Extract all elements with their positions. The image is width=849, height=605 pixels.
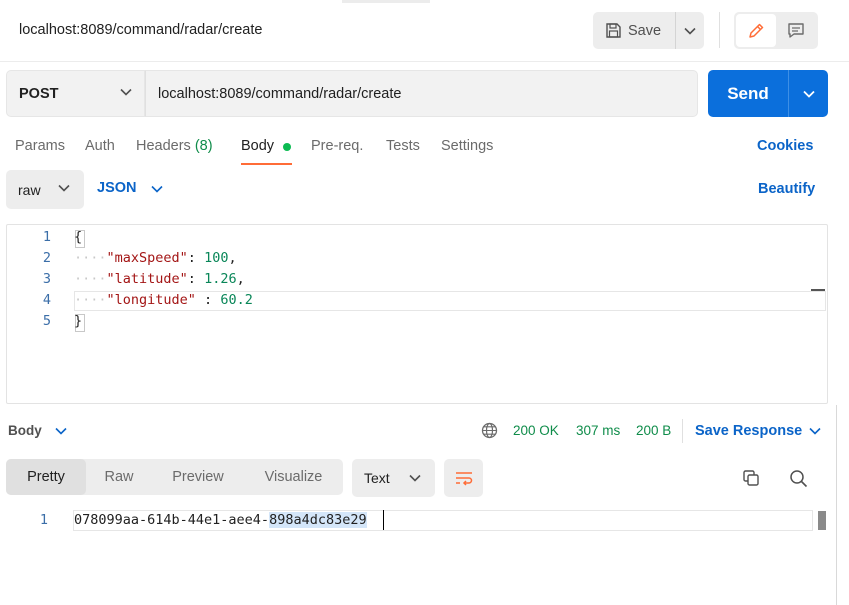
pencil-icon	[749, 23, 764, 38]
json-trailing-comma: ,	[228, 250, 237, 266]
json-separator: :	[195, 292, 221, 308]
json-value: 1.26	[204, 271, 237, 287]
close-brace: }	[74, 313, 83, 329]
chevron-down-icon[interactable]	[55, 427, 67, 435]
response-section-select[interactable]: Body	[8, 423, 42, 438]
body-mode-select[interactable]: raw	[6, 170, 84, 209]
save-label: Save	[628, 22, 662, 39]
toolbar-divider	[719, 12, 720, 48]
line-number: 1	[39, 512, 48, 528]
response-format-value: Text	[364, 470, 390, 486]
json-key: "maxSpeed"	[106, 250, 188, 266]
save-response-button[interactable]: Save Response	[695, 423, 802, 439]
headers-count-badge: (8)	[194, 138, 213, 154]
indent-guide: ····	[74, 250, 107, 266]
view-tab-raw[interactable]: Raw	[86, 459, 152, 495]
save-options-button[interactable]	[675, 12, 704, 49]
tab-headers[interactable]: Headers (8)	[136, 138, 213, 154]
view-mode-toggle	[734, 12, 818, 49]
method-value: POST	[19, 85, 59, 102]
open-brace: {	[74, 229, 83, 245]
chevron-down-icon	[409, 474, 421, 482]
wrap-lines-icon	[455, 472, 472, 486]
method-select[interactable]: POST	[6, 70, 145, 117]
json-separator: :	[187, 250, 205, 266]
tab-params[interactable]: Params	[15, 138, 65, 154]
save-button[interactable]: Save	[593, 12, 675, 49]
chevron-down-icon	[58, 184, 70, 192]
language-select[interactable]: JSON	[97, 180, 137, 196]
beautify-button[interactable]: Beautify	[758, 181, 815, 197]
chevron-down-icon[interactable]	[809, 427, 821, 435]
chevron-down-icon	[802, 90, 815, 98]
line-number: 5	[42, 313, 51, 329]
tab-strip-indicator	[342, 0, 430, 3]
meta-divider	[682, 419, 683, 443]
request-title[interactable]: localhost:8089/command/radar/create	[19, 22, 262, 38]
send-options-button[interactable]	[788, 70, 828, 117]
globe-icon[interactable]	[481, 422, 498, 439]
cookies-link[interactable]: Cookies	[757, 138, 813, 154]
response-body-text[interactable]: 078099aa-614b-44e1-aee4-898a4dc83e29	[74, 512, 367, 528]
header-separator	[0, 61, 849, 62]
search-icon[interactable]	[789, 469, 808, 488]
view-tab-preview[interactable]: Preview	[152, 459, 244, 495]
line-number: 4	[42, 292, 51, 308]
code-line: }	[74, 313, 82, 329]
response-scrollbar[interactable]	[836, 405, 837, 605]
json-value: 100	[204, 250, 229, 266]
response-id-plain: 078099aa-614b-44e1-aee4-	[74, 512, 270, 528]
tab-prereq[interactable]: Pre-req.	[311, 138, 363, 154]
copy-icon[interactable]	[742, 469, 760, 487]
json-key: "latitude"	[106, 271, 188, 287]
tab-auth[interactable]: Auth	[85, 138, 115, 154]
code-line: ····"maxSpeed": 100,	[74, 250, 237, 266]
json-separator: :	[187, 271, 205, 287]
tab-headers-label: Headers	[136, 138, 191, 154]
chevron-down-icon[interactable]	[151, 185, 163, 193]
view-tab-pretty[interactable]: Pretty	[6, 459, 86, 495]
comments-button[interactable]	[776, 14, 816, 47]
text-cursor	[383, 510, 384, 530]
send-button-group: Send	[708, 70, 828, 117]
response-scroll-marker[interactable]	[815, 511, 826, 530]
line-number: 1	[42, 229, 51, 245]
line-number: 2	[42, 250, 51, 266]
indent-guide: ····	[74, 271, 107, 287]
status-code[interactable]: 200 OK	[513, 423, 559, 438]
body-mode-value: raw	[18, 181, 41, 198]
url-value: localhost:8089/command/radar/create	[158, 85, 402, 102]
url-input[interactable]: localhost:8089/command/radar/create	[145, 70, 698, 117]
save-button-group: Save	[593, 12, 704, 49]
comment-icon	[788, 23, 804, 38]
tab-settings[interactable]: Settings	[441, 138, 493, 154]
active-tab-underline	[241, 163, 292, 165]
response-time[interactable]: 307 ms	[576, 423, 620, 438]
wrap-lines-button[interactable]	[444, 459, 483, 497]
view-tab-visualize[interactable]: Visualize	[244, 459, 343, 495]
code-line: ····"latitude": 1.26,	[74, 271, 245, 287]
chevron-down-icon	[684, 27, 696, 35]
indent-guide: ····	[74, 292, 107, 308]
body-active-indicator	[283, 143, 291, 151]
code-line: {	[74, 229, 82, 245]
response-format-select[interactable]: Text	[352, 459, 435, 497]
send-button[interactable]: Send	[708, 70, 788, 117]
response-id-selected: 898a4dc83e29	[269, 512, 367, 528]
code-line: ····"longitude" : 60.2	[74, 292, 253, 308]
tab-tests[interactable]: Tests	[386, 138, 420, 154]
editor-scroll-marker[interactable]	[811, 289, 825, 291]
json-value: 60.2	[220, 292, 253, 308]
json-trailing-comma: ,	[236, 271, 245, 287]
save-icon	[606, 23, 621, 38]
line-number: 3	[42, 271, 51, 287]
json-key: "longitude"	[106, 292, 196, 308]
response-size[interactable]: 200 B	[636, 423, 671, 438]
tab-body[interactable]: Body	[241, 138, 274, 154]
edit-mode-button[interactable]	[736, 14, 776, 47]
chevron-down-icon	[120, 88, 132, 96]
request-body-editor[interactable]: 1 2 3 4 5 { ····"maxSpeed": 100, ····"la…	[6, 224, 828, 404]
response-view-tabs: Pretty Raw Preview Visualize	[6, 459, 343, 495]
